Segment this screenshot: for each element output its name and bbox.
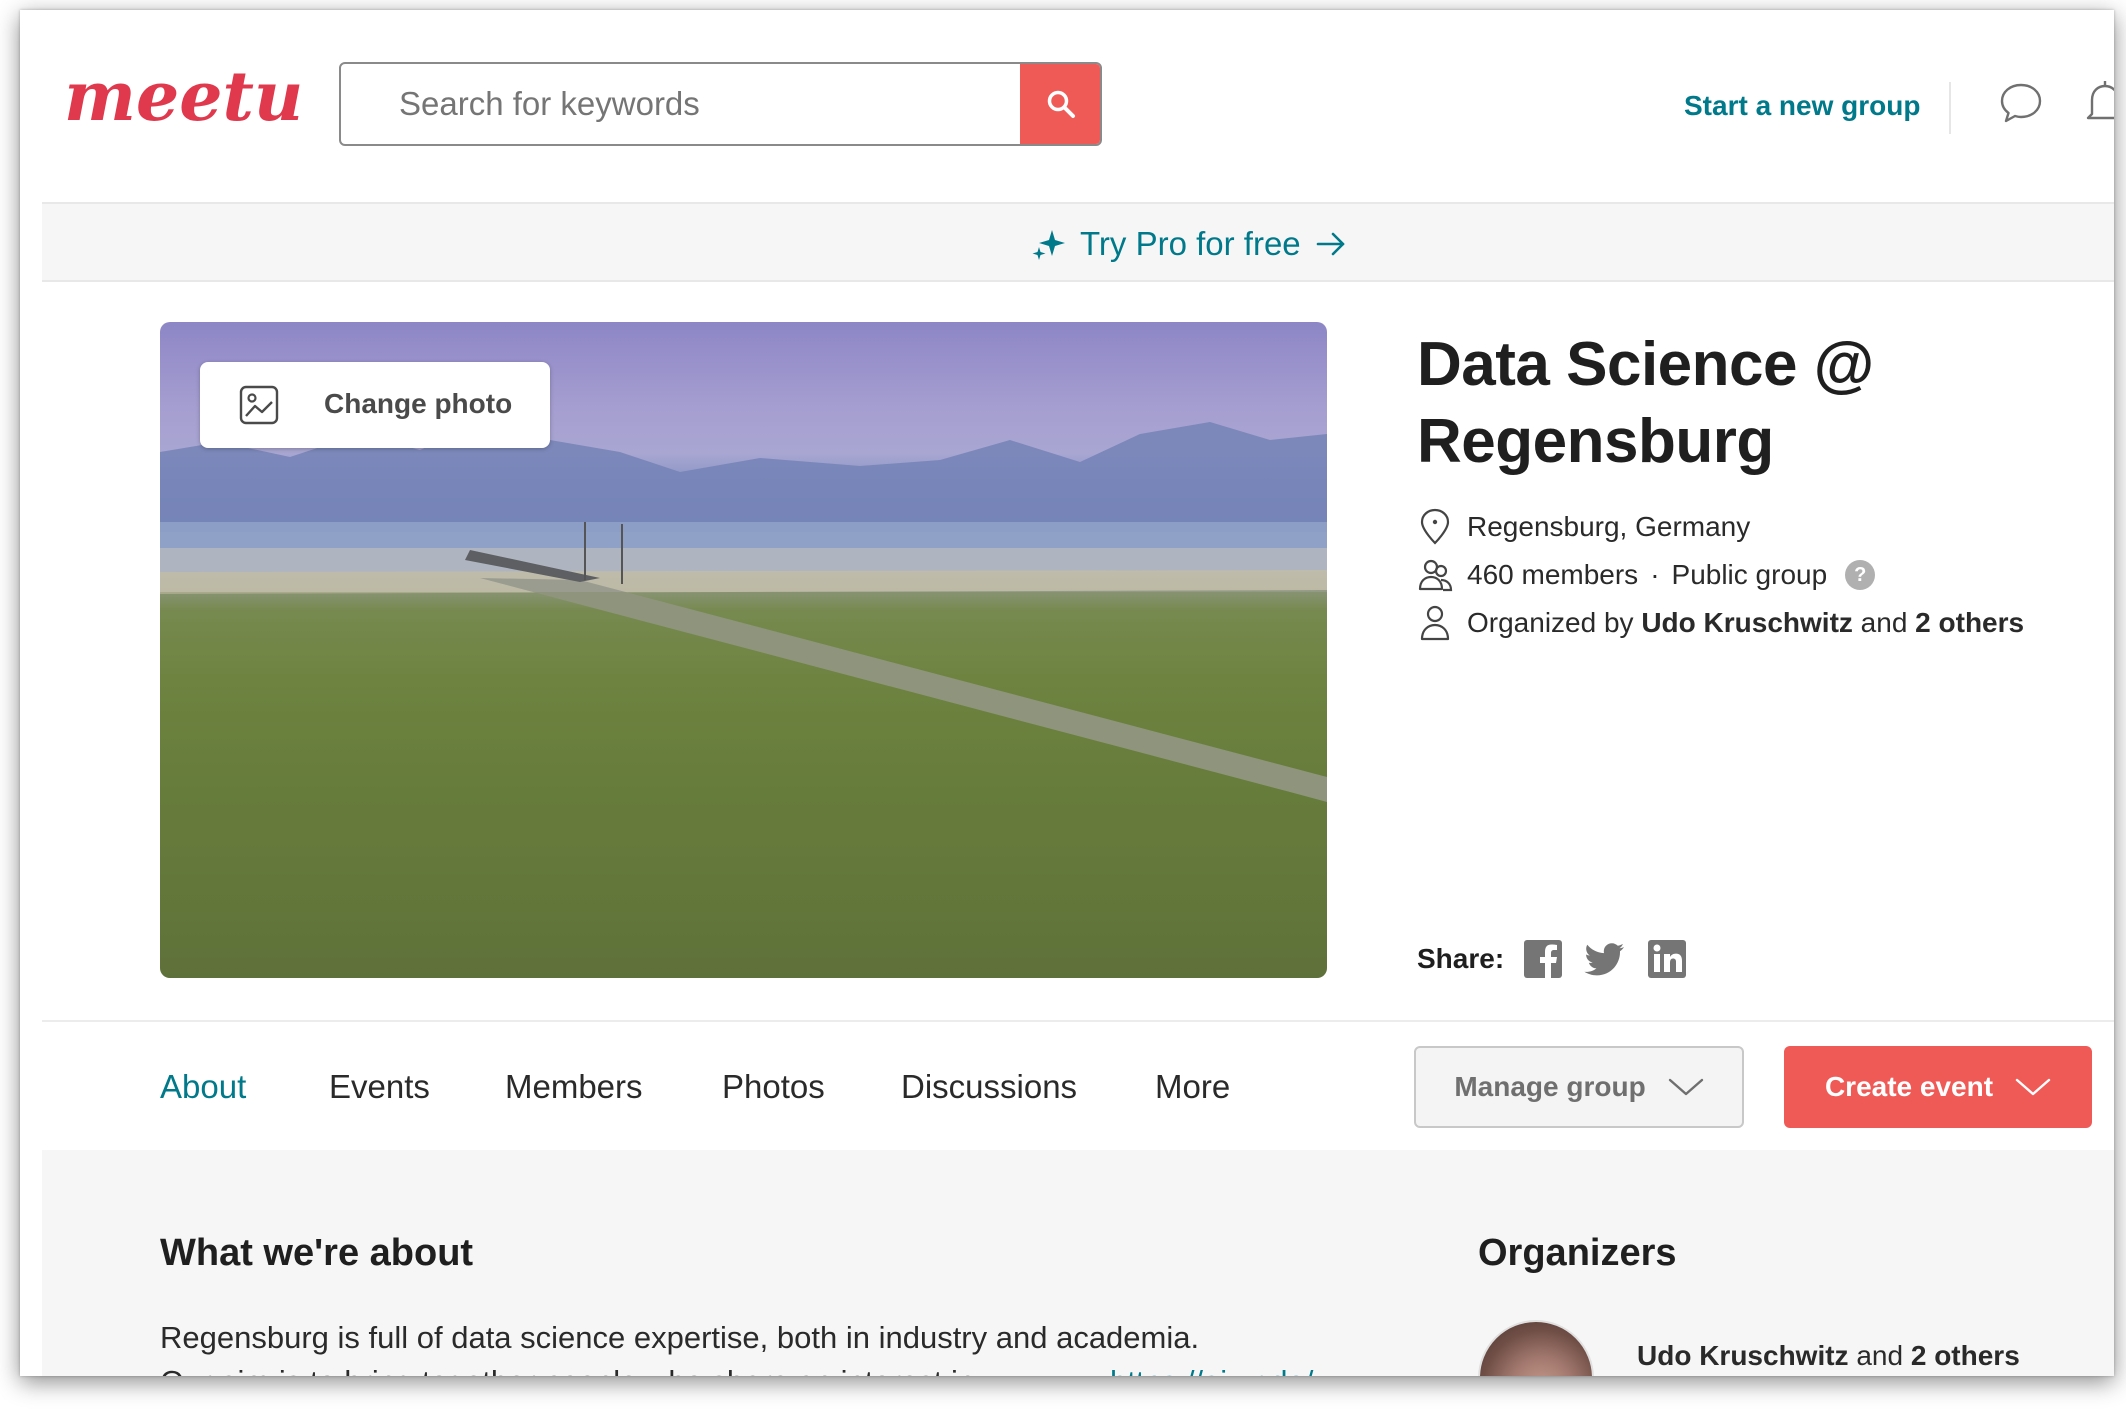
create-event-label: Create event <box>1824 1071 1994 1102</box>
tab-events[interactable]: Events <box>329 1068 430 1106</box>
tab-more[interactable]: More <box>1155 1068 1230 1106</box>
manage-group-button[interactable]: Manage group <box>1414 1046 1744 1128</box>
organizer-others-link[interactable]: 2 others <box>1911 1340 2020 1371</box>
chat-bubble-icon[interactable] <box>1998 80 2044 126</box>
organizers-summary: Udo Kruschwitz and 2 others <box>1637 1340 2020 1372</box>
facebook-icon[interactable] <box>1522 938 1564 980</box>
change-photo-button[interactable]: Change photo <box>200 362 550 448</box>
search-icon <box>1047 90 1075 118</box>
members-icon <box>1418 559 1453 592</box>
search-input[interactable] <box>341 64 1021 144</box>
top-header: meetup Start a new group <box>42 30 2114 202</box>
manage-group-label: Manage group <box>1454 1071 1646 1102</box>
tab-photos[interactable]: Photos <box>722 1068 825 1106</box>
group-content-section: What we're about Regensburg is full of d… <box>42 1150 2114 1376</box>
location-row: Regensburg, Germany <box>1417 508 1750 546</box>
about-external-link[interactable]: https://ai.ur.de/ <box>1110 1364 1313 1376</box>
about-description-line: Regensburg is full of data science exper… <box>160 1320 1200 1355</box>
sparkle-icon <box>1032 230 1065 260</box>
share-label: Share: <box>1417 943 1505 974</box>
chevron-down-icon <box>2015 1078 2051 1096</box>
linkedin-icon[interactable] <box>1646 938 1688 980</box>
tab-discussions[interactable]: Discussions <box>901 1068 1077 1106</box>
share-row: Share: <box>1417 938 1708 980</box>
about-description-line: Our aim is to bring together people who … <box>160 1364 1010 1376</box>
screenshot-frame: meetup Start a new group <box>20 10 2114 1376</box>
change-photo-label: Change photo <box>324 388 513 419</box>
create-event-button[interactable]: Create event <box>1784 1046 2092 1128</box>
organized-prefix: Organized by <box>1467 607 1634 638</box>
bell-icon[interactable] <box>2082 78 2114 128</box>
svg-text:meetup: meetup <box>64 57 305 137</box>
organized-and: and <box>1860 607 1908 638</box>
meetup-group-page: meetup Start a new group <box>42 30 2114 1376</box>
try-pro-label: Try Pro for free <box>1080 225 1301 262</box>
separator-dot: · <box>1650 559 1660 590</box>
location-pin-icon <box>1420 508 1450 545</box>
group-title: Data Science @ Regensburg <box>1417 330 1874 476</box>
members-row: 460 members · Public group ? <box>1417 556 1876 594</box>
help-icon[interactable]: ? <box>1845 560 1876 590</box>
header-divider <box>1949 82 1951 134</box>
search-button[interactable] <box>1020 64 1100 144</box>
group-cover-photo: Change photo <box>160 322 1327 978</box>
start-new-group-link[interactable]: Start a new group <box>1684 90 1920 122</box>
location-text: Regensburg, Germany <box>1467 511 1751 542</box>
arrow-right-icon <box>1316 232 1344 256</box>
search-bar <box>339 62 1102 146</box>
meetup-logo[interactable]: meetup <box>60 54 305 154</box>
image-icon <box>239 385 279 425</box>
organizers-heading: Organizers <box>1478 1232 1677 1274</box>
organized-row: Organized by Udo Kruschwitz and 2 others <box>1417 604 2024 642</box>
try-pro-link[interactable]: Try Pro for free <box>1032 222 1347 266</box>
members-count[interactable]: 460 members <box>1467 559 1638 591</box>
tab-about[interactable]: About <box>160 1068 246 1106</box>
twitter-icon[interactable] <box>1584 938 1626 980</box>
promo-banner: Try Pro for free <box>42 202 2114 282</box>
group-visibility: Public group <box>1671 559 1828 590</box>
organizer-others-link[interactable]: 2 others <box>1915 607 2024 639</box>
organizers-and: and <box>1856 1340 1904 1371</box>
organizer-name-link[interactable]: Udo Kruschwitz <box>1641 607 1853 639</box>
organizer-avatar[interactable] <box>1478 1320 1594 1376</box>
person-icon <box>1420 605 1450 641</box>
chevron-down-icon <box>1668 1078 1703 1096</box>
about-heading: What we're about <box>160 1232 474 1274</box>
group-tab-bar: About Events Members Photos Discussions … <box>42 1020 2114 1150</box>
organizer-name-link[interactable]: Udo Kruschwitz <box>1637 1340 1849 1371</box>
tab-members[interactable]: Members <box>505 1068 643 1106</box>
